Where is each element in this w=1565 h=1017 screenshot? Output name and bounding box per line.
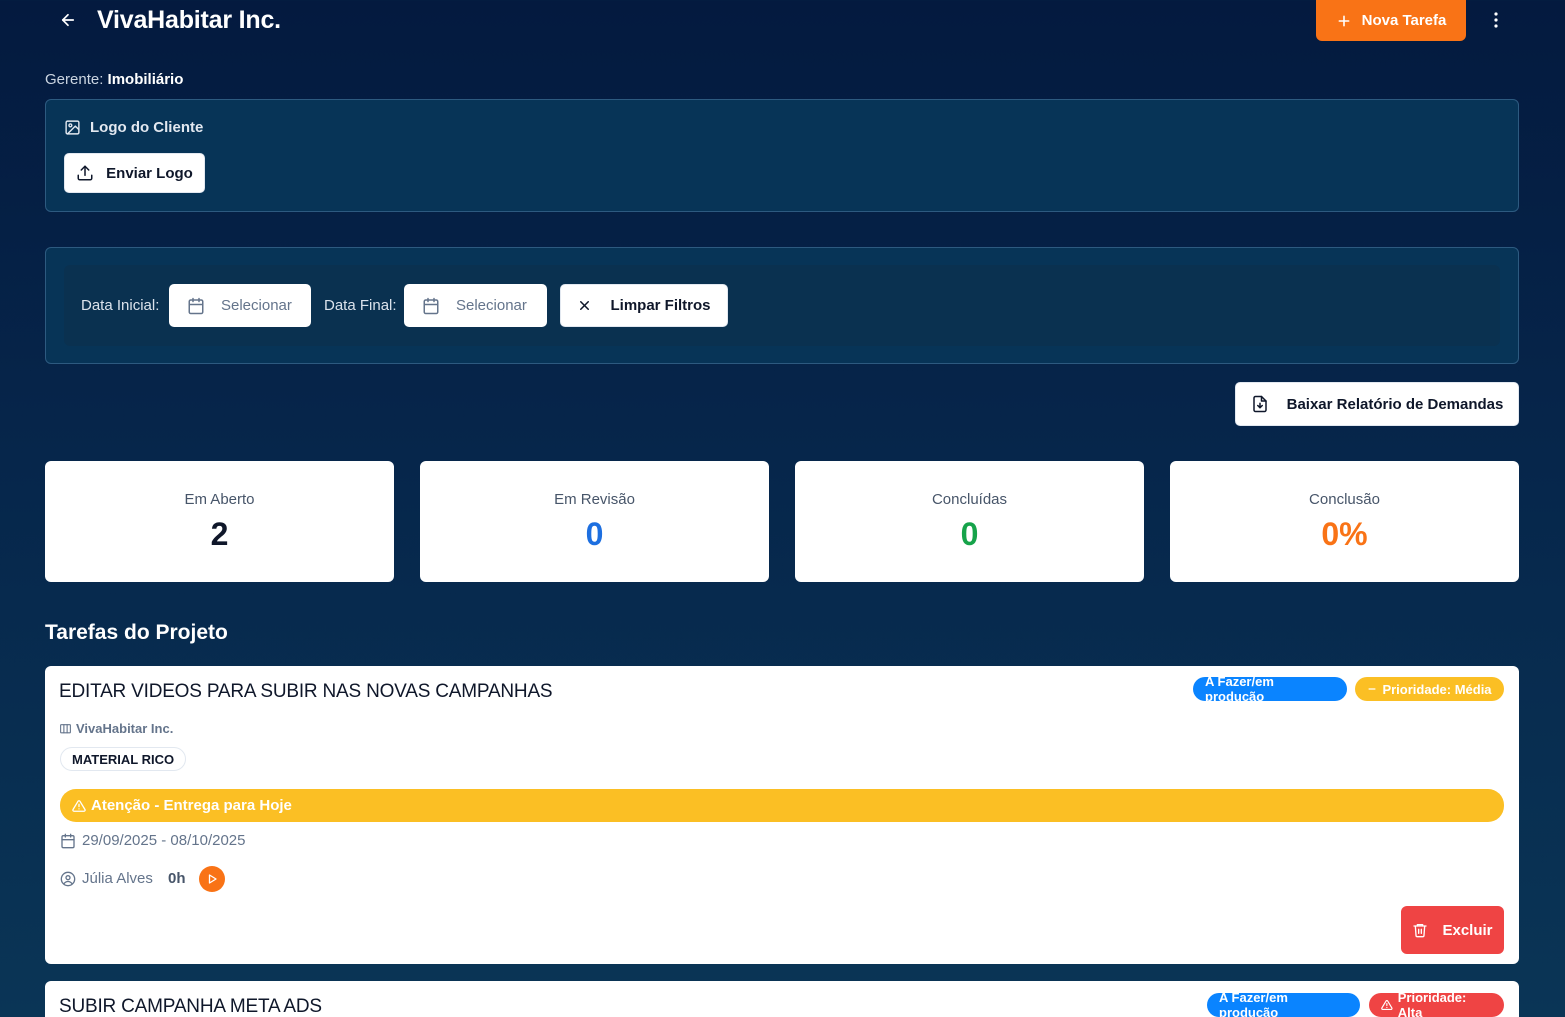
plus-icon — [1338, 15, 1350, 26]
status-badge: A Fazer/em produção — [1207, 990, 1360, 1017]
stat-value: 0 — [585, 516, 604, 552]
deadline-alert-text: Atenção - Entrega para Hoje — [91, 797, 292, 814]
stat-label: Concluídas — [931, 491, 1008, 508]
delete-task-label: Excluir — [1442, 921, 1493, 939]
calendar-icon — [61, 833, 75, 848]
user-circle-icon — [60, 871, 76, 886]
arrow-left-icon — [61, 13, 75, 27]
start-date-label: Data Inicial: — [81, 297, 160, 314]
stat-label: Conclusão — [1309, 491, 1380, 508]
stat-card-completion: Conclusão 0% — [1170, 461, 1519, 582]
calendar-icon — [423, 297, 439, 314]
task-dates: 29/09/2025 - 08/10/2025 — [60, 832, 245, 849]
upload-logo-label: Enviar Logo — [106, 164, 193, 182]
upload-icon — [77, 165, 93, 181]
trash-icon — [1413, 924, 1428, 938]
status-badge-label: A Fazer/em produção — [1219, 990, 1288, 1017]
start-timer-button[interactable] — [199, 866, 225, 892]
task-client: VivaHabitar Inc. — [59, 721, 173, 736]
priority-badge: Prioridade: Média — [1355, 677, 1504, 701]
manager-value: Imobiliário — [107, 71, 184, 88]
download-report-button[interactable]: Baixar Relatório de Demandas — [1235, 382, 1519, 426]
clear-filters-label: Limpar Filtros — [610, 297, 711, 314]
task-client-name: VivaHabitar Inc. — [76, 721, 174, 736]
client-logo-heading: Logo do Cliente — [64, 119, 203, 136]
stat-label: Em Aberto — [184, 491, 255, 508]
play-icon — [208, 874, 217, 884]
upload-logo-button[interactable]: Enviar Logo — [64, 153, 205, 193]
page-title: VivaHabitar Inc. — [97, 6, 281, 34]
calendar-icon — [188, 297, 204, 314]
tasks-section-title: Tarefas do Projeto — [45, 621, 228, 644]
task-hours: 0h — [168, 870, 186, 887]
close-icon — [580, 301, 590, 310]
end-date-placeholder: Selecionar — [456, 297, 527, 314]
end-date-label: Data Final: — [324, 297, 397, 314]
more-options-button[interactable] — [1482, 3, 1510, 37]
task-title: EDITAR VIDEOS PARA SUBIR NAS NOVAS CAMPA… — [59, 681, 553, 702]
priority-badge-label: Prioridade: Média — [1382, 681, 1492, 697]
task-tag: MATERIAL RICO — [60, 747, 187, 771]
new-task-button[interactable]: Nova Tarefa — [1316, 0, 1466, 41]
stat-card-open: Em Aberto 2 — [45, 461, 394, 582]
task-assignee-name: Júlia Alves — [82, 870, 153, 887]
warning-icon — [1381, 1000, 1393, 1010]
stat-value: 0% — [1321, 516, 1368, 552]
minus-icon — [1368, 688, 1376, 690]
status-badge-label: A Fazer/em produção — [1205, 674, 1274, 704]
task-title: SUBIR CAMPANHA META ADS — [59, 996, 322, 1017]
client-logo-panel — [45, 99, 1519, 212]
stat-card-done: Concluídas 0 — [795, 461, 1144, 582]
warning-icon — [72, 799, 86, 812]
clear-filters-button[interactable]: Limpar Filtros — [560, 284, 728, 327]
building-icon — [60, 724, 71, 734]
delete-task-button[interactable]: Excluir — [1401, 906, 1504, 954]
stat-value: 0 — [960, 516, 979, 552]
task-assignee: Júlia Alves — [60, 870, 153, 887]
priority-badge: Prioridade: Alta — [1369, 990, 1504, 1017]
end-date-picker[interactable]: Selecionar — [404, 284, 547, 327]
start-date-picker[interactable]: Selecionar — [169, 284, 311, 327]
file-download-icon — [1252, 395, 1267, 413]
client-logo-title: Logo do Cliente — [90, 119, 204, 136]
image-icon — [65, 120, 80, 135]
download-report-label: Baixar Relatório de Demandas — [1286, 395, 1504, 413]
back-button[interactable] — [56, 8, 80, 32]
manager-info: Gerente: Imobiliário — [45, 71, 183, 88]
stat-card-review: Em Revisão 0 — [420, 461, 769, 582]
status-badge: A Fazer/em produção — [1193, 674, 1347, 704]
stat-value: 2 — [210, 516, 229, 552]
task-date-range: 29/09/2025 - 08/10/2025 — [82, 832, 246, 849]
deadline-alert: Atenção - Entrega para Hoje — [60, 789, 1504, 822]
manager-label: Gerente: — [45, 71, 104, 88]
more-vertical-icon — [1494, 12, 1498, 28]
priority-badge-label: Prioridade: Alta — [1397, 990, 1467, 1017]
stat-label: Em Revisão — [554, 491, 635, 508]
new-task-label: Nova Tarefa — [1361, 12, 1447, 29]
start-date-placeholder: Selecionar — [221, 297, 292, 314]
